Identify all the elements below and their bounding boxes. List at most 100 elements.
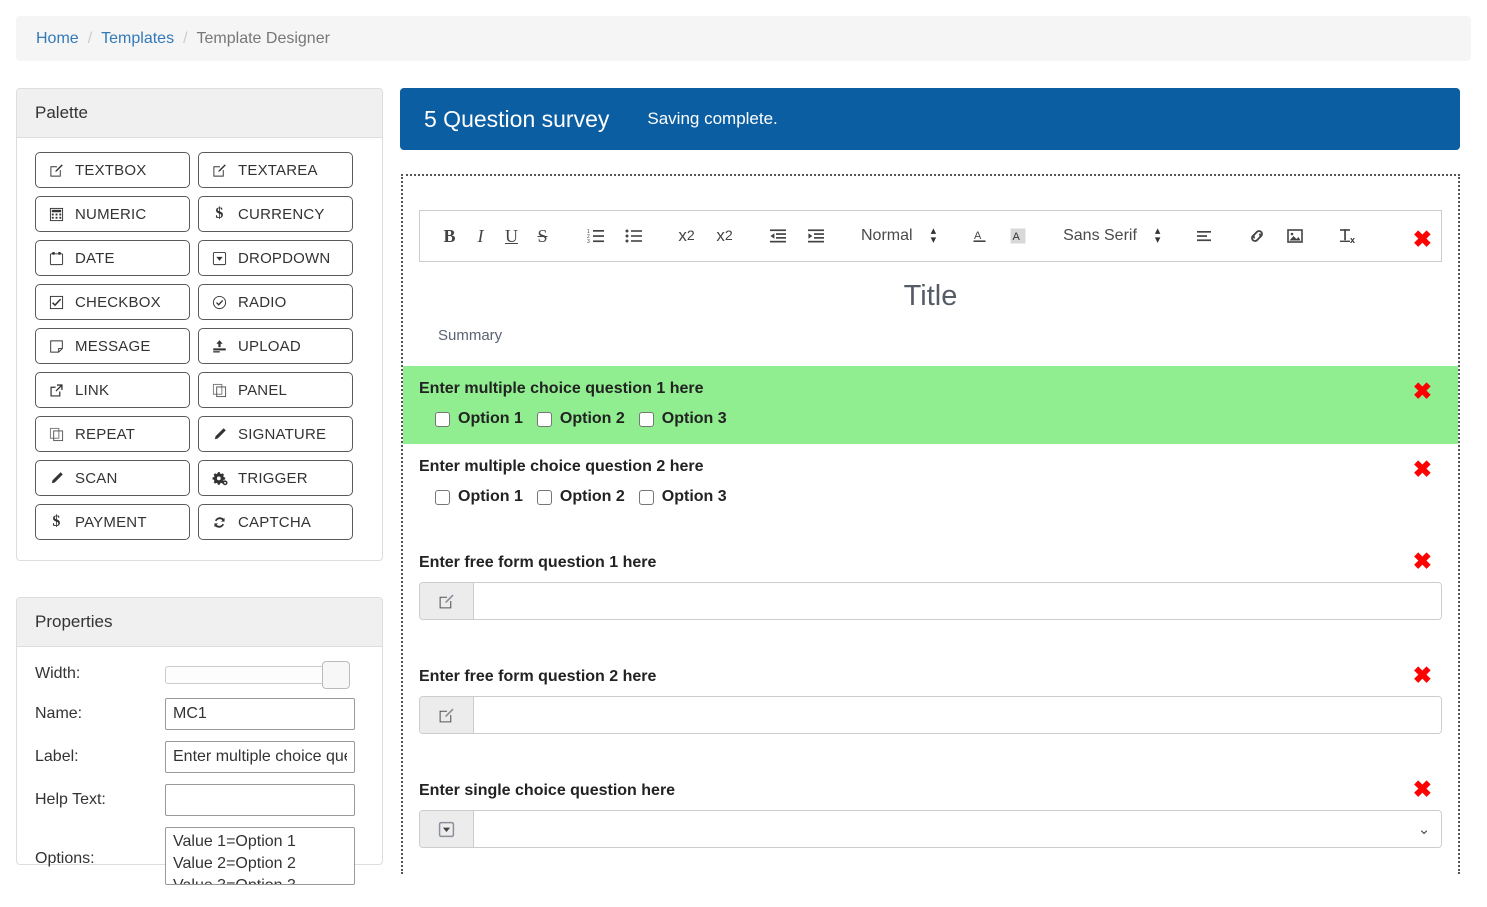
option-item[interactable]: Option 2 [536, 488, 625, 506]
palette-item-label: CAPTCHA [238, 513, 312, 531]
font-select[interactable]: Sans Serif ▴ ▾ [1063, 226, 1160, 246]
property-row-label: Label: [35, 741, 364, 773]
format-select[interactable]: Normal ▴ ▾ [861, 226, 936, 246]
palette-item-label: CURRENCY [238, 205, 325, 223]
palette-item-repeat[interactable]: REPEAT [35, 416, 190, 452]
palette-item-panel[interactable]: PANEL [198, 372, 353, 408]
question-block-3[interactable]: ✖ Enter free form question 1 here [403, 540, 1458, 636]
palette-item-captcha[interactable]: CAPTCHA [198, 504, 353, 540]
question-block-2[interactable]: ✖ Enter multiple choice question 2 here … [403, 444, 1458, 522]
width-slider[interactable] [165, 661, 372, 689]
palette-item-label: TEXTBOX [75, 161, 147, 179]
palette-item-message[interactable]: MESSAGE [35, 328, 190, 364]
clear-format-icon[interactable]: x [1332, 221, 1363, 251]
option-item[interactable]: Option 3 [638, 410, 727, 428]
delete-question-4-button[interactable]: ✖ [1413, 664, 1432, 687]
options-textarea[interactable]: Value 1=Option 1 Value 2=Option 2 Value … [165, 827, 355, 885]
width-slider-thumb[interactable] [322, 661, 350, 689]
bold-icon[interactable]: B [434, 221, 465, 251]
checkbox-icon[interactable] [638, 489, 654, 505]
outdent-icon[interactable] [762, 221, 793, 251]
checkbox-icon[interactable] [536, 489, 552, 505]
palette-item-payment[interactable]: $ PAYMENT [35, 504, 190, 540]
bullet-list-icon[interactable] [618, 221, 649, 251]
question-1-options: Option 1 Option 2 Option 3 [419, 410, 1442, 428]
properties-panel: Properties Width: Name: Label: Hel [16, 597, 383, 885]
underline-icon[interactable]: U [496, 221, 527, 251]
option-label: Option 3 [661, 410, 727, 427]
strikethrough-icon[interactable]: S [527, 221, 558, 251]
palette-item-radio[interactable]: RADIO [198, 284, 353, 320]
svg-text:3: 3 [587, 239, 590, 245]
palette-item-scan[interactable]: SCAN [35, 460, 190, 496]
delete-header-block-button[interactable]: ✖ [1413, 228, 1432, 251]
subscript-icon[interactable]: x2 [671, 221, 702, 251]
edit-square-icon [420, 697, 474, 733]
option-label: Option 1 [458, 410, 523, 427]
checkbox-icon[interactable] [435, 489, 450, 505]
cogs-icon [210, 471, 229, 486]
question-4-label: Enter free form question 2 here [419, 668, 657, 685]
svg-text:A: A [974, 230, 982, 242]
palette-item-label: RADIO [238, 293, 287, 311]
properties-form: Width: Name: Label: Help Text: [17, 647, 382, 907]
question-block-1[interactable]: ✖ Enter multiple choice question 1 here … [403, 366, 1458, 444]
edit-square-icon [420, 583, 474, 619]
ordered-list-icon[interactable]: 123 [580, 221, 611, 251]
link-icon[interactable] [1241, 221, 1272, 251]
delete-question-3-button[interactable]: ✖ [1413, 550, 1432, 573]
checkbox-icon[interactable] [638, 411, 654, 427]
checkbox-icon[interactable] [435, 411, 450, 427]
palette-item-dropdown[interactable]: DROPDOWN [198, 240, 353, 276]
question-block-5[interactable]: ✖ Enter single choice question here ⌄ [403, 768, 1458, 864]
help-text-input[interactable] [165, 784, 355, 816]
image-icon[interactable] [1279, 221, 1310, 251]
palette-item-numeric[interactable]: NUMERIC [35, 196, 190, 232]
help-text-label: Help Text: [35, 791, 106, 808]
question-block-4[interactable]: ✖ Enter free form question 2 here [403, 654, 1458, 750]
pencil-icon [210, 427, 229, 442]
palette-item-signature[interactable]: SIGNATURE [198, 416, 353, 452]
palette-item-label: TEXTAREA [238, 161, 318, 179]
breadcrumb-link-templates[interactable]: Templates [101, 30, 174, 48]
option-item[interactable]: Option 3 [638, 488, 727, 506]
checkbox-icon[interactable] [536, 411, 552, 427]
option-item[interactable]: Option 2 [536, 410, 625, 428]
italic-icon[interactable]: I [465, 221, 496, 251]
palette-item-textbox[interactable]: TEXTBOX [35, 152, 190, 188]
indent-icon[interactable] [800, 221, 831, 251]
question-5-select[interactable] [474, 811, 1407, 847]
delete-question-5-button[interactable]: ✖ [1413, 778, 1432, 801]
option-item[interactable]: Option 1 [435, 410, 523, 428]
question-4-text-input[interactable] [474, 697, 1441, 733]
palette-item-label: SCAN [75, 469, 118, 487]
label-input[interactable] [165, 741, 355, 773]
font-color-icon[interactable]: A [964, 221, 995, 251]
palette-item-upload[interactable]: UPLOAD [198, 328, 353, 364]
background-color-icon[interactable]: A [1002, 221, 1033, 251]
breadcrumb-link-home[interactable]: Home [36, 30, 79, 48]
caret-square-down-icon [210, 251, 229, 266]
copy-icon [47, 427, 66, 442]
delete-question-1-button[interactable]: ✖ [1413, 380, 1432, 403]
dollar-icon: $ [52, 513, 61, 530]
question-4-input-group [419, 696, 1442, 734]
palette-item-checkbox[interactable]: CHECKBOX [35, 284, 190, 320]
palette-item-textarea[interactable]: TEXTAREA [198, 152, 353, 188]
palette-item-label: DATE [75, 249, 115, 267]
align-left-icon[interactable] [1188, 221, 1219, 251]
palette-item-link[interactable]: LINK [35, 372, 190, 408]
superscript-icon[interactable]: x2 [709, 221, 740, 251]
palette-item-date[interactable]: DATE [35, 240, 190, 276]
palette-item-label: PAYMENT [75, 513, 147, 531]
delete-question-2-button[interactable]: ✖ [1413, 458, 1432, 481]
palette-item-trigger[interactable]: TRIGGER [198, 460, 353, 496]
name-input[interactable] [165, 698, 355, 730]
question-3-input-group [419, 582, 1442, 620]
option-item[interactable]: Option 1 [435, 488, 523, 506]
chevron-down-icon[interactable]: ⌄ [1407, 811, 1441, 847]
property-row-help-text: Help Text: [35, 784, 364, 816]
question-3-text-input[interactable] [474, 583, 1441, 619]
palette-item-label: DROPDOWN [238, 249, 331, 267]
palette-item-currency[interactable]: $ CURRENCY [198, 196, 353, 232]
